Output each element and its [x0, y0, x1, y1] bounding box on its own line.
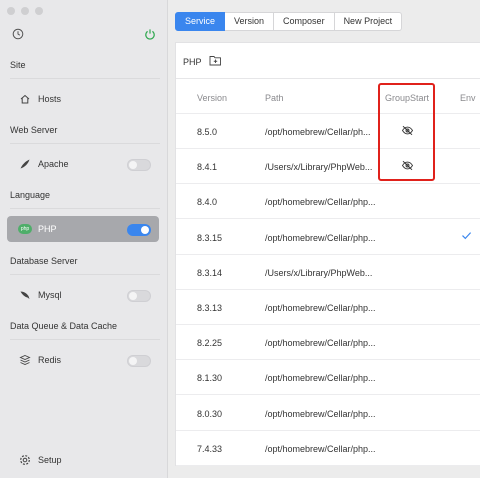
section-title-language: Language	[10, 190, 51, 200]
tab-new-project[interactable]: New Project	[334, 12, 403, 31]
add-folder-icon[interactable]	[209, 55, 222, 66]
redis-toggle[interactable]	[127, 355, 151, 367]
table-row[interactable]: 8.4.0/opt/homebrew/Cellar/php...	[176, 184, 480, 220]
table-row[interactable]: 8.3.13/opt/homebrew/Cellar/php...	[176, 290, 480, 325]
home-icon	[20, 94, 30, 104]
divider	[10, 339, 160, 340]
version-cell: 8.4.1	[197, 162, 218, 173]
php-toggle[interactable]	[127, 224, 151, 236]
divider	[10, 143, 160, 144]
table-row[interactable]: 8.3.14/Users/x/Library/PhpWeb...	[176, 255, 480, 290]
clock-icon[interactable]	[12, 28, 24, 40]
mysql-toggle[interactable]	[127, 290, 151, 302]
table-row[interactable]: 8.3.15/opt/homebrew/Cellar/php...	[176, 220, 480, 255]
sidebar-item-label: Apache	[38, 159, 69, 169]
tab-version[interactable]: Version	[225, 12, 275, 31]
sidebar-top-icons	[12, 28, 156, 40]
panel-header: PHP	[176, 43, 480, 79]
section-title-database-server: Database Server	[10, 256, 78, 266]
path-cell: /opt/homebrew/Cellar/ph...	[265, 127, 371, 137]
dolphin-icon	[20, 291, 30, 299]
path-cell: /opt/homebrew/Cellar/php...	[265, 197, 376, 208]
maximize-window-button[interactable]	[35, 7, 43, 15]
panel-title: PHP	[183, 57, 202, 67]
feather-icon	[20, 159, 30, 169]
table-row[interactable]: 8.0.30/opt/homebrew/Cellar/php...	[176, 396, 480, 431]
path-cell: /Users/x/Library/PhpWeb...	[265, 267, 373, 278]
path-cell: /opt/homebrew/Cellar/php...	[265, 373, 376, 384]
table-row[interactable]: 8.1.30/opt/homebrew/Cellar/php...	[176, 360, 480, 396]
sidebar-item-label: Mysql	[38, 290, 62, 300]
section-title-data-queue-cache: Data Queue & Data Cache	[10, 321, 118, 331]
sidebar-item-label: Redis	[38, 355, 62, 365]
group-start-highlight-box	[378, 83, 435, 181]
tab-service[interactable]: Service	[175, 12, 226, 31]
tab-bar: Service Version Composer New Project	[175, 12, 403, 31]
sidebar-item-label: Setup	[38, 455, 62, 465]
version-cell: 8.3.14	[197, 267, 223, 278]
php-icon: php	[18, 224, 32, 234]
version-cell: 8.2.25	[197, 338, 223, 349]
sidebar: Site Hosts Web Server Apache Language ph…	[0, 0, 168, 478]
path-cell: /opt/homebrew/Cellar/php...	[265, 338, 376, 349]
path-cell: /opt/homebrew/Cellar/php...	[265, 408, 376, 419]
table-row[interactable]: 7.4.33/opt/homebrew/Cellar/php...	[176, 431, 480, 466]
minimize-window-button[interactable]	[21, 7, 29, 15]
path-cell: /opt/homebrew/Cellar/php...	[265, 303, 376, 313]
version-cell: 8.3.15	[197, 232, 223, 243]
sidebar-item-hosts[interactable]: Hosts	[7, 86, 159, 112]
sidebar-item-mysql[interactable]: Mysql	[7, 282, 159, 308]
sidebar-item-redis[interactable]: Redis	[7, 347, 159, 373]
gear-icon	[20, 455, 30, 465]
version-cell: 8.5.0	[197, 127, 218, 137]
stack-icon	[19, 355, 31, 365]
version-cell: 8.4.0	[197, 197, 218, 208]
divider	[10, 208, 160, 209]
divider	[10, 78, 160, 79]
path-cell: /opt/homebrew/Cellar/php...	[265, 443, 376, 454]
divider	[10, 274, 160, 275]
path-cell: /opt/homebrew/Cellar/php...	[265, 232, 376, 243]
sidebar-item-setup[interactable]: Setup	[7, 447, 159, 473]
apache-toggle[interactable]	[127, 159, 151, 171]
table-row[interactable]: 8.2.25/opt/homebrew/Cellar/php...	[176, 325, 480, 361]
path-cell: /Users/x/Library/PhpWeb...	[265, 162, 373, 173]
close-window-button[interactable]	[7, 7, 15, 15]
checkmark-icon[interactable]	[461, 231, 472, 242]
version-cell: 8.3.13	[197, 303, 223, 313]
tab-composer[interactable]: Composer	[274, 12, 335, 31]
version-cell: 7.4.33	[197, 443, 223, 454]
sidebar-item-apache[interactable]: Apache	[7, 151, 159, 177]
sidebar-item-label: PHP	[38, 224, 57, 234]
section-title-web-server: Web Server	[10, 125, 58, 135]
window-controls	[7, 7, 43, 15]
power-icon[interactable]	[144, 28, 156, 40]
version-cell: 8.0.30	[197, 408, 223, 419]
section-title-site: Site	[10, 60, 26, 70]
sidebar-item-php[interactable]: php PHP	[7, 216, 159, 242]
sidebar-item-label: Hosts	[38, 94, 62, 104]
version-cell: 8.1.30	[197, 373, 223, 384]
